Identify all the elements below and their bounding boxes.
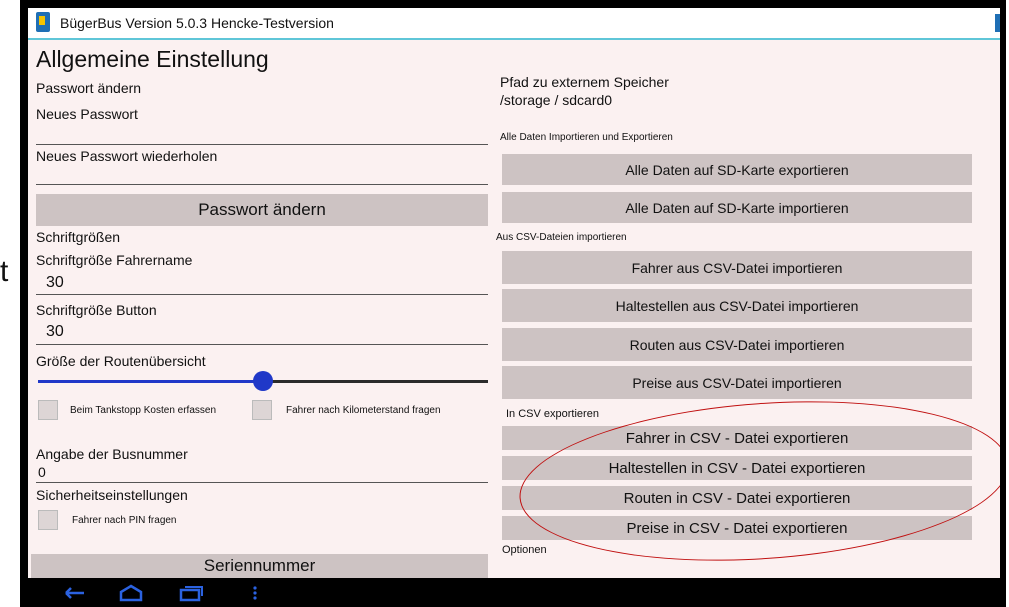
route-overview-label: Größe der Routenübersicht: [36, 353, 206, 369]
repeat-password-field[interactable]: [36, 184, 488, 185]
page-heading: Allgemeine Einstellung: [36, 46, 269, 72]
app-screen: BügerBus Version 5.0.3 Hencke-Testversio…: [28, 8, 1000, 578]
storage-path-value: /storage / sdcard0: [500, 92, 613, 108]
busnumber-label: Angabe der Busnummer: [36, 446, 188, 462]
export-all-button[interactable]: Alle Daten auf SD-Karte exportieren: [502, 154, 972, 185]
slider-fill: [38, 380, 263, 383]
repeat-password-label: Neues Passwort wiederholen: [36, 148, 218, 164]
font-sizes-label: Schriftgrößen: [36, 229, 121, 245]
window-title: BügerBus Version 5.0.3 Hencke-Testversio…: [60, 15, 334, 31]
font-size-driver-label: Schriftgröße Fahrername: [36, 252, 193, 268]
csv-export-label: In CSV exportieren: [506, 408, 599, 420]
app-icon: [36, 12, 50, 32]
import-all-button[interactable]: Alle Daten auf SD-Karte importieren: [502, 192, 972, 223]
csv-import-label: Aus CSV-Dateien importieren: [496, 232, 627, 243]
import-drivers-button[interactable]: Fahrer aus CSV-Datei importieren: [502, 251, 972, 284]
import-export-label: Alle Daten Importieren und Exportieren: [500, 132, 673, 143]
busnumber-input[interactable]: 0: [38, 464, 46, 480]
menu-icon[interactable]: [252, 584, 258, 605]
title-bar: BügerBus Version 5.0.3 Hencke-Testversio…: [28, 8, 1000, 40]
import-stops-button[interactable]: Haltestellen aus CSV-Datei importieren: [502, 289, 972, 322]
titlebar-accent: [995, 14, 1000, 32]
font-size-driver-input[interactable]: 30: [46, 274, 64, 292]
font-size-driver-underline: [36, 294, 488, 295]
security-label: Sicherheitseinstellungen: [36, 487, 188, 503]
home-icon[interactable]: [118, 584, 144, 605]
tank-cost-checkbox-label: Beim Tankstopp Kosten erfassen: [70, 405, 217, 416]
import-routes-button[interactable]: Routen aus CSV-Datei importieren: [502, 328, 972, 361]
serial-number-button[interactable]: Seriennummer: [31, 554, 488, 578]
import-prices-button[interactable]: Preise aus CSV-Datei importieren: [502, 366, 972, 399]
options-label: Optionen: [502, 544, 547, 556]
font-size-button-label: Schriftgröße Button: [36, 302, 157, 318]
pin-checkbox[interactable]: [38, 510, 58, 530]
font-size-button-underline: [36, 344, 488, 345]
busnumber-underline: [36, 482, 488, 483]
new-password-field[interactable]: [36, 144, 488, 145]
stray-text: t: [0, 255, 9, 288]
pin-checkbox-label: Fahrer nach PIN fragen: [72, 515, 177, 526]
km-question-checkbox-label: Fahrer nach Kilometerstand fragen: [286, 405, 441, 416]
slider-thumb[interactable]: [253, 371, 273, 391]
tank-cost-checkbox[interactable]: [38, 400, 58, 420]
new-password-label: Neues Passwort: [36, 106, 138, 122]
back-icon[interactable]: [62, 584, 88, 605]
password-change-label: Passwort ändern: [36, 80, 142, 96]
storage-path-label: Pfad zu externem Speicher: [500, 74, 669, 90]
android-nav-bar: [28, 578, 1000, 607]
font-size-button-input[interactable]: 30: [46, 323, 64, 341]
change-password-button[interactable]: Passwort ändern: [36, 194, 488, 226]
recent-apps-icon[interactable]: [178, 584, 204, 605]
km-question-checkbox[interactable]: [252, 400, 272, 420]
